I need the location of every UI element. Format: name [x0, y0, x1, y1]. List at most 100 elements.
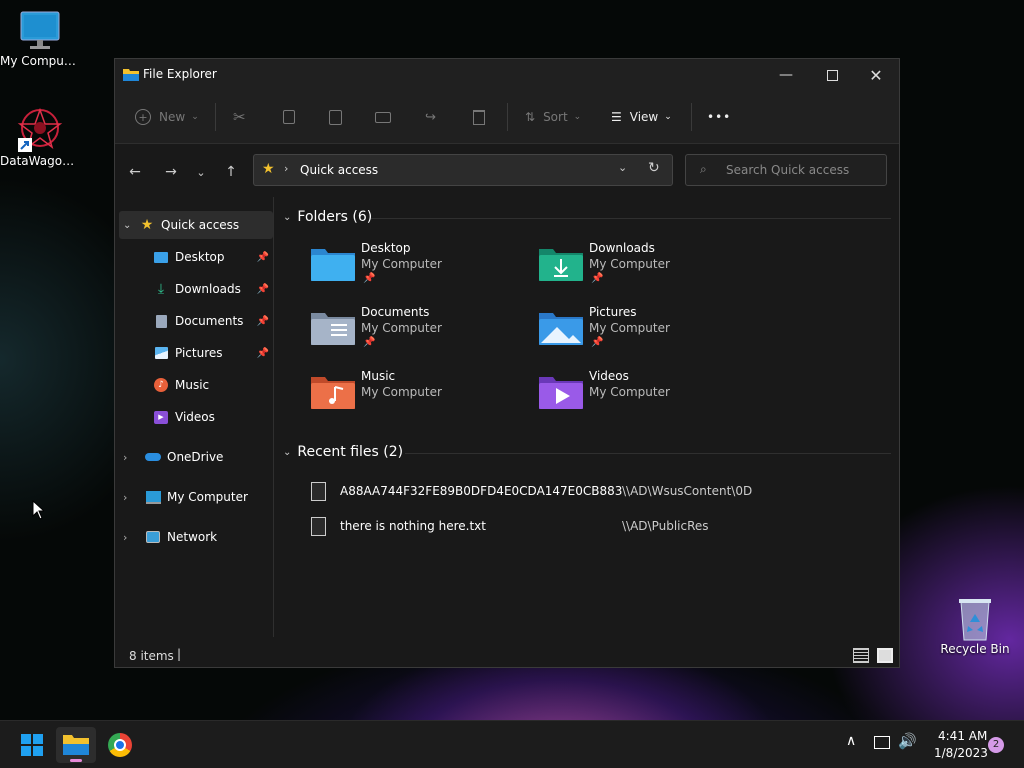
folder-tile-desktop[interactable]: Desktop My Computer 📌: [311, 241, 531, 301]
windows-logo-icon: [21, 734, 43, 756]
desktop-folder-icon: [153, 249, 169, 265]
item-count: 8 items: [129, 649, 174, 663]
plus-circle-icon: +: [135, 109, 151, 125]
sidebar-item-my-computer[interactable]: › My Computer: [123, 483, 263, 511]
section-divider: [371, 218, 891, 219]
folder-location: My Computer: [361, 257, 442, 271]
videos-folder-icon: [539, 377, 583, 409]
search-box[interactable]: ⌕ Search Quick access: [685, 154, 887, 186]
show-hidden-icons-button[interactable]: ∧: [846, 733, 856, 749]
chevron-down-icon: ⌄: [196, 165, 206, 179]
computer-icon: [145, 489, 161, 505]
chevron-right-icon[interactable]: ›: [123, 531, 145, 544]
status-separator: |: [177, 647, 182, 661]
notification-badge[interactable]: 2: [988, 737, 1004, 753]
minimize-button[interactable]: —: [763, 59, 809, 91]
start-button[interactable]: [12, 727, 52, 763]
refresh-icon[interactable]: ↻: [648, 160, 660, 176]
sidebar-item-quick-access[interactable]: ⌄ ★ Quick access: [119, 211, 273, 239]
large-icons-view-button[interactable]: [877, 648, 893, 663]
desktop-icon-label: Recycle Bin: [940, 642, 1010, 656]
command-bar: + New ⌄ ✂ ↪ ⇅ Sort ⌄ ☰ View ⌄ •••: [115, 91, 899, 144]
sort-button[interactable]: ⇅ Sort ⌄: [525, 105, 581, 129]
folder-tile-downloads[interactable]: Downloads My Computer 📌: [539, 241, 759, 301]
paste-button[interactable]: [329, 105, 342, 129]
delete-button[interactable]: [473, 105, 485, 129]
taskbar: ∧ 🔊 4:41 AM 1/8/2023 2: [0, 720, 1024, 768]
address-bar[interactable]: ★ › Quick access ⌄ ↻: [253, 154, 673, 186]
sidebar-item-label: Desktop: [175, 250, 225, 264]
folder-tile-music[interactable]: Music My Computer: [311, 369, 531, 429]
pin-icon: 📌: [363, 337, 376, 348]
rename-button[interactable]: [375, 105, 391, 129]
sidebar-item-music[interactable]: ♪ Music: [153, 371, 261, 399]
recent-file-row[interactable]: A88AA744F32FE89B0DFD4E0CDA147E0CB883A60.…: [311, 479, 891, 503]
pin-icon: 📌: [591, 273, 604, 284]
see-more-button[interactable]: •••: [707, 105, 731, 129]
star-icon: ★: [262, 161, 275, 177]
recent-files-section-header[interactable]: ⌄ Recent files (2): [283, 444, 403, 460]
clock-time[interactable]: 4:41 AM: [938, 729, 987, 743]
copy-icon: [283, 110, 295, 124]
desktop-icon-label: My Computer: [0, 54, 80, 68]
recent-file-path: \\AD\PublicRes: [622, 519, 709, 533]
chevron-right-icon[interactable]: ›: [123, 451, 145, 464]
chevron-down-icon[interactable]: ⌄: [123, 220, 139, 231]
title-bar[interactable]: File Explorer — ✕: [115, 59, 899, 91]
taskbar-file-explorer[interactable]: [56, 727, 96, 763]
taskbar-chrome[interactable]: [100, 727, 140, 763]
search-placeholder: Search Quick access: [726, 163, 850, 177]
desktop-icon-my-computer[interactable]: My Computer: [0, 10, 80, 68]
chevron-right-icon[interactable]: ›: [123, 491, 145, 504]
folder-tile-pictures[interactable]: Pictures My Computer 📌: [539, 305, 759, 365]
share-button[interactable]: ↪: [425, 105, 436, 129]
sidebar-item-pictures[interactable]: Pictures 📌: [153, 339, 269, 367]
trash-icon: [473, 109, 485, 125]
sidebar-item-label: Downloads: [175, 282, 241, 296]
copy-button[interactable]: [283, 105, 295, 129]
recent-file-name: A88AA744F32FE89B0DFD4E0CDA147E0CB883A60.…: [340, 484, 622, 498]
pin-icon: 📌: [256, 283, 269, 295]
new-button[interactable]: + New ⌄: [135, 105, 199, 129]
folders-section-header[interactable]: ⌄ Folders (6): [283, 209, 372, 225]
recent-locations-button[interactable]: ⌄: [189, 160, 213, 184]
pin-icon: 📌: [591, 337, 604, 348]
recent-file-name: there is nothing here.txt: [340, 519, 486, 533]
folder-tile-videos[interactable]: Videos My Computer: [539, 369, 759, 429]
up-button[interactable]: ↑: [219, 160, 243, 184]
sidebar-item-desktop[interactable]: Desktop 📌: [153, 243, 269, 271]
desktop-icon-datawagon[interactable]: DataWagon...: [0, 106, 80, 168]
cut-button[interactable]: ✂: [233, 105, 246, 129]
arrow-up-icon: ↑: [225, 164, 237, 180]
sidebar-item-videos[interactable]: ▶ Videos: [153, 403, 261, 431]
sidebar-item-label: Videos: [175, 410, 215, 424]
folders-header-label: Folders (6): [297, 209, 373, 225]
sidebar-item-onedrive[interactable]: › OneDrive: [123, 443, 263, 471]
forward-button[interactable]: →: [159, 160, 183, 184]
breadcrumb-location[interactable]: Quick access: [300, 163, 378, 177]
sidebar-item-documents[interactable]: Documents 📌: [153, 307, 269, 335]
sidebar-item-label: Network: [167, 530, 218, 544]
desktop-icon-recycle-bin[interactable]: Recycle Bin: [935, 596, 1015, 656]
close-icon: ✕: [869, 65, 883, 85]
sidebar-item-downloads[interactable]: ⤓ Downloads 📌: [153, 275, 269, 303]
maximize-icon: [826, 69, 838, 81]
back-button[interactable]: ←: [123, 160, 147, 184]
section-divider: [405, 453, 891, 454]
folder-name: Music: [361, 369, 396, 383]
address-dropdown-icon[interactable]: ⌄: [618, 161, 627, 174]
maximize-button[interactable]: [809, 59, 855, 91]
more-icon: •••: [707, 110, 732, 124]
pane-divider[interactable]: [273, 197, 274, 637]
sidebar-item-network[interactable]: › Network: [123, 523, 263, 551]
sidebar-item-label: My Computer: [167, 490, 248, 504]
clock-date[interactable]: 1/8/2023: [934, 746, 988, 760]
close-button[interactable]: ✕: [853, 59, 899, 91]
network-status-icon[interactable]: [874, 736, 890, 749]
view-button[interactable]: ☰ View ⌄: [611, 105, 672, 129]
recent-file-row[interactable]: there is nothing here.txt \\AD\PublicRes: [311, 514, 891, 538]
details-view-button[interactable]: [853, 648, 869, 663]
folder-tile-documents[interactable]: Documents My Computer 📌: [311, 305, 531, 365]
window-title: File Explorer: [143, 67, 217, 81]
volume-icon[interactable]: 🔊: [898, 732, 917, 750]
